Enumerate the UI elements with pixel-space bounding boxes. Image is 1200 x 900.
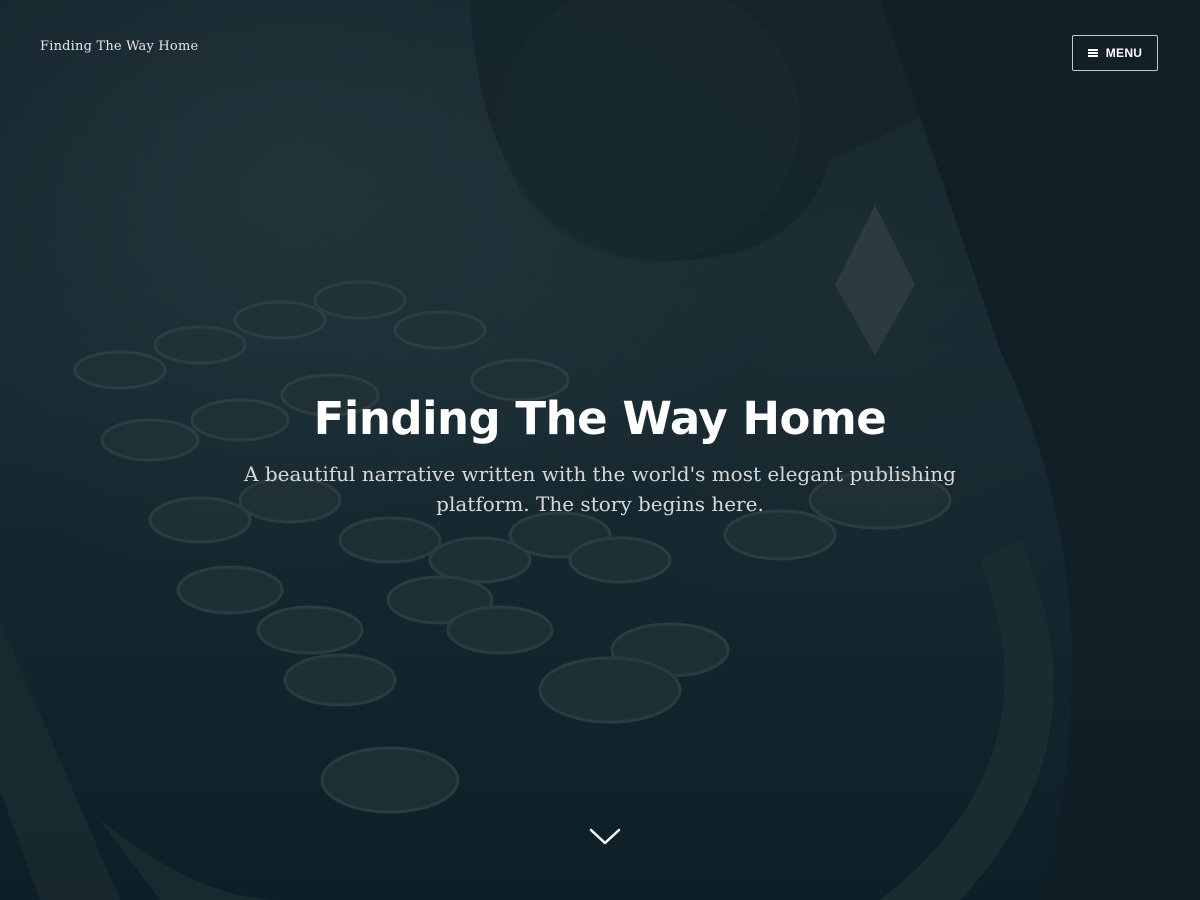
chevron-down-icon[interactable] [586,824,624,850]
menu-button-label: MENU [1105,46,1143,60]
hero-background [0,0,1200,900]
menu-button[interactable]: MENU [1072,35,1158,71]
hamburger-icon [1087,49,1098,57]
dark-overlay [0,0,1200,900]
hero-title: Finding The Way Home [313,392,887,445]
hero-tagline: A beautiful narrative written with the w… [244,462,956,516]
site-title-link[interactable]: Finding The Way Home [40,39,198,54]
